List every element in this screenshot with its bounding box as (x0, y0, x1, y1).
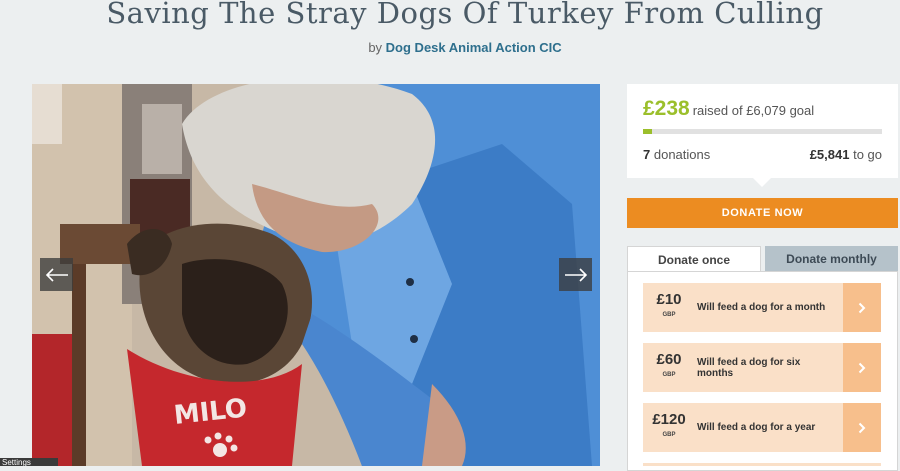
chevron-right-icon (858, 362, 866, 373)
campaign-photo-carousel[interactable]: MILO (32, 84, 600, 466)
tab-donate-monthly[interactable]: Donate monthly (765, 246, 898, 272)
donation-count-label: donations (653, 147, 711, 162)
raised-amount: £238 (643, 97, 690, 120)
progress-bar (643, 129, 882, 134)
arrow-left-icon (45, 267, 68, 282)
carousel-next-button[interactable] (559, 258, 592, 291)
option-select-button[interactable] (843, 403, 881, 452)
video-settings-tag[interactable]: Settings (0, 458, 58, 466)
option-amount: £10 (656, 291, 682, 308)
progress-bar-fill (643, 129, 653, 134)
campaign-photo: MILO (32, 84, 600, 466)
option-amount: £120 (652, 411, 686, 428)
donation-option[interactable]: £120 GBP Will feed a dog for a year (643, 403, 881, 452)
raised-summary: £238 raised of £6,079 goal (643, 97, 814, 121)
byline: by Dog Desk Animal Action CIC (0, 40, 900, 55)
page-title: Saving The Stray Dogs Of Turkey From Cul… (106, 0, 824, 30)
option-amount: £60 (656, 351, 682, 368)
arrow-right-icon (564, 267, 587, 282)
remaining-amount: £5,841 to go (810, 147, 882, 162)
option-currency: GBP (662, 432, 676, 438)
fundraising-progress-card: £238 raised of £6,079 goal 7 donations £5… (627, 84, 898, 187)
chevron-right-icon (858, 422, 866, 433)
option-description: Will feed a dog for a year (697, 422, 816, 433)
tab-donate-once[interactable]: Donate once (627, 246, 761, 272)
donation-option[interactable]: £10 GBP Will feed a dog for a month (643, 283, 881, 332)
option-description: Will feed a dog for six months (697, 356, 801, 379)
raised-goal-text: raised of £6,079 goal (692, 103, 815, 118)
card-notch (752, 177, 772, 187)
option-select-button[interactable] (843, 343, 881, 392)
chevron-right-icon (858, 302, 866, 313)
donation-option[interactable]: £60 GBP Will feed a dog for six months (643, 343, 881, 392)
option-currency: GBP (662, 372, 676, 378)
remaining-amount-value: £5,841 (809, 147, 850, 162)
carousel-prev-button[interactable] (40, 258, 73, 291)
remaining-label: to go (853, 147, 882, 162)
option-description: Will feed a dog for a month (697, 302, 826, 313)
option-currency: GBP (662, 312, 676, 318)
donate-now-button[interactable]: DONATE NOW (627, 198, 898, 228)
donation-count: 7 donations (643, 147, 710, 162)
donation-count-number: 7 (643, 147, 651, 162)
organizer-link[interactable]: Dog Desk Animal Action CIC (386, 40, 562, 55)
option-select-button[interactable] (843, 283, 881, 332)
byline-prefix: by (368, 40, 383, 55)
donation-frequency-tabs: Donate once Donate monthly (627, 246, 898, 272)
